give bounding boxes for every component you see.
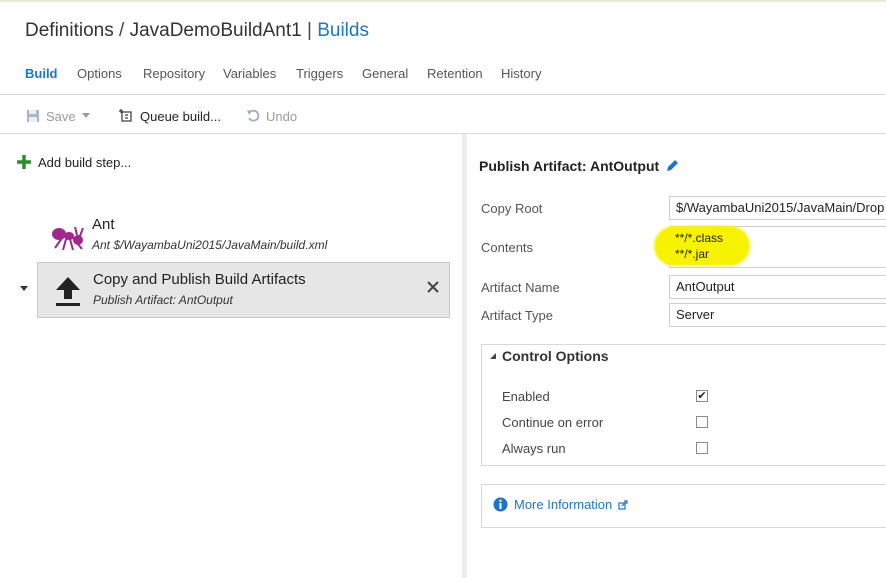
- artifact-type-label: Artifact Type: [481, 308, 554, 323]
- collapse-arrow-icon[interactable]: [20, 286, 28, 291]
- step-title: Ant: [92, 216, 115, 233]
- continue-on-error-label: Continue on error: [502, 415, 604, 430]
- copy-root-label: Copy Root: [481, 201, 543, 216]
- tab-history[interactable]: History: [501, 66, 541, 81]
- tab-variables[interactable]: Variables: [223, 66, 276, 81]
- checkmark-icon: ✔: [697, 390, 707, 402]
- info-icon: [493, 497, 508, 512]
- breadcrumb-divider: |: [307, 20, 312, 41]
- close-icon[interactable]: [423, 277, 443, 297]
- artifact-type-select[interactable]: Server: [669, 303, 886, 327]
- tab-general[interactable]: General: [362, 66, 408, 81]
- step-details-title-text: Publish Artifact: AntOutput: [479, 158, 660, 174]
- build-steps-pane: Add build step... Ant Ant $/WayambaUni20…: [0, 134, 462, 578]
- enabled-label: Enabled: [502, 389, 550, 404]
- contents-line: **/*.jar: [675, 247, 710, 261]
- tab-triggers[interactable]: Triggers: [296, 66, 343, 81]
- step-details-title: Publish Artifact: AntOutput: [479, 158, 679, 174]
- undo-label: Undo: [266, 108, 298, 124]
- build-step-ant[interactable]: Ant Ant $/WayambaUni2015/JavaMain/build.…: [37, 208, 450, 264]
- ant-icon: [52, 226, 84, 251]
- tab-build[interactable]: Build: [25, 66, 58, 81]
- collapse-triangle-icon: [490, 353, 496, 359]
- save-label: Save: [46, 108, 76, 124]
- breadcrumb-definition: JavaDemoBuildAnt1: [129, 20, 302, 41]
- undo-button[interactable]: Undo: [246, 104, 297, 128]
- external-link-icon: [618, 499, 628, 510]
- upload-icon: [56, 277, 80, 306]
- breadcrumb-root[interactable]: Definitions: [25, 20, 114, 41]
- builds-link[interactable]: Builds: [317, 20, 369, 41]
- more-information-label: More Information: [514, 497, 613, 512]
- tab-repository[interactable]: Repository: [143, 66, 205, 81]
- breadcrumb-separator: /: [119, 20, 125, 41]
- add-build-step-label: Add build step...: [38, 154, 132, 170]
- undo-icon: [247, 109, 260, 122]
- continue-on-error-checkbox[interactable]: [696, 416, 708, 428]
- save-icon: [27, 110, 39, 122]
- more-information-link[interactable]: More Information: [493, 497, 628, 512]
- step-title: Copy and Publish Build Artifacts: [93, 271, 306, 288]
- tab-options[interactable]: Options: [77, 66, 122, 81]
- control-options-header[interactable]: Control Options: [485, 348, 613, 364]
- top-divider: [0, 0, 886, 2]
- plus-icon: [17, 155, 31, 169]
- queue-build-label: Queue build...: [140, 108, 221, 124]
- step-subtitle: Ant $/WayambaUni2015/JavaMain/build.xml: [92, 238, 328, 252]
- step-details-pane: Publish Artifact: AntOutput Copy Root $/…: [467, 134, 886, 578]
- queue-build-button[interactable]: Queue build...: [118, 104, 221, 128]
- chevron-down-icon: [81, 113, 90, 118]
- contents-label: Contents: [481, 240, 534, 255]
- artifact-name-field[interactable]: AntOutput: [669, 275, 886, 299]
- add-build-step-button[interactable]: Add build step...: [16, 154, 131, 170]
- always-run-label: Always run: [502, 441, 566, 456]
- copy-root-field[interactable]: $/WayambaUni2015/JavaMain/Drop: [669, 196, 886, 220]
- build-step-copy-publish[interactable]: Copy and Publish Build Artifacts Publish…: [37, 262, 450, 318]
- edit-pencil-icon[interactable]: [665, 159, 679, 173]
- always-run-checkbox[interactable]: [696, 442, 708, 454]
- contents-values: **/*.class **/*.jar: [675, 230, 723, 262]
- enabled-checkbox[interactable]: ✔: [696, 390, 708, 402]
- queue-build-icon: [119, 109, 132, 122]
- tabs-divider: [0, 94, 886, 95]
- contents-line: **/*.class: [675, 231, 724, 245]
- tab-retention[interactable]: Retention: [427, 66, 483, 81]
- breadcrumb: Definitions / JavaDemoBuildAnt1 | Builds: [25, 20, 369, 42]
- step-subtitle: Publish Artifact: AntOutput: [93, 293, 233, 307]
- artifact-name-label: Artifact Name: [481, 280, 560, 295]
- control-options-title: Control Options: [502, 348, 609, 364]
- save-button[interactable]: Save: [26, 104, 90, 128]
